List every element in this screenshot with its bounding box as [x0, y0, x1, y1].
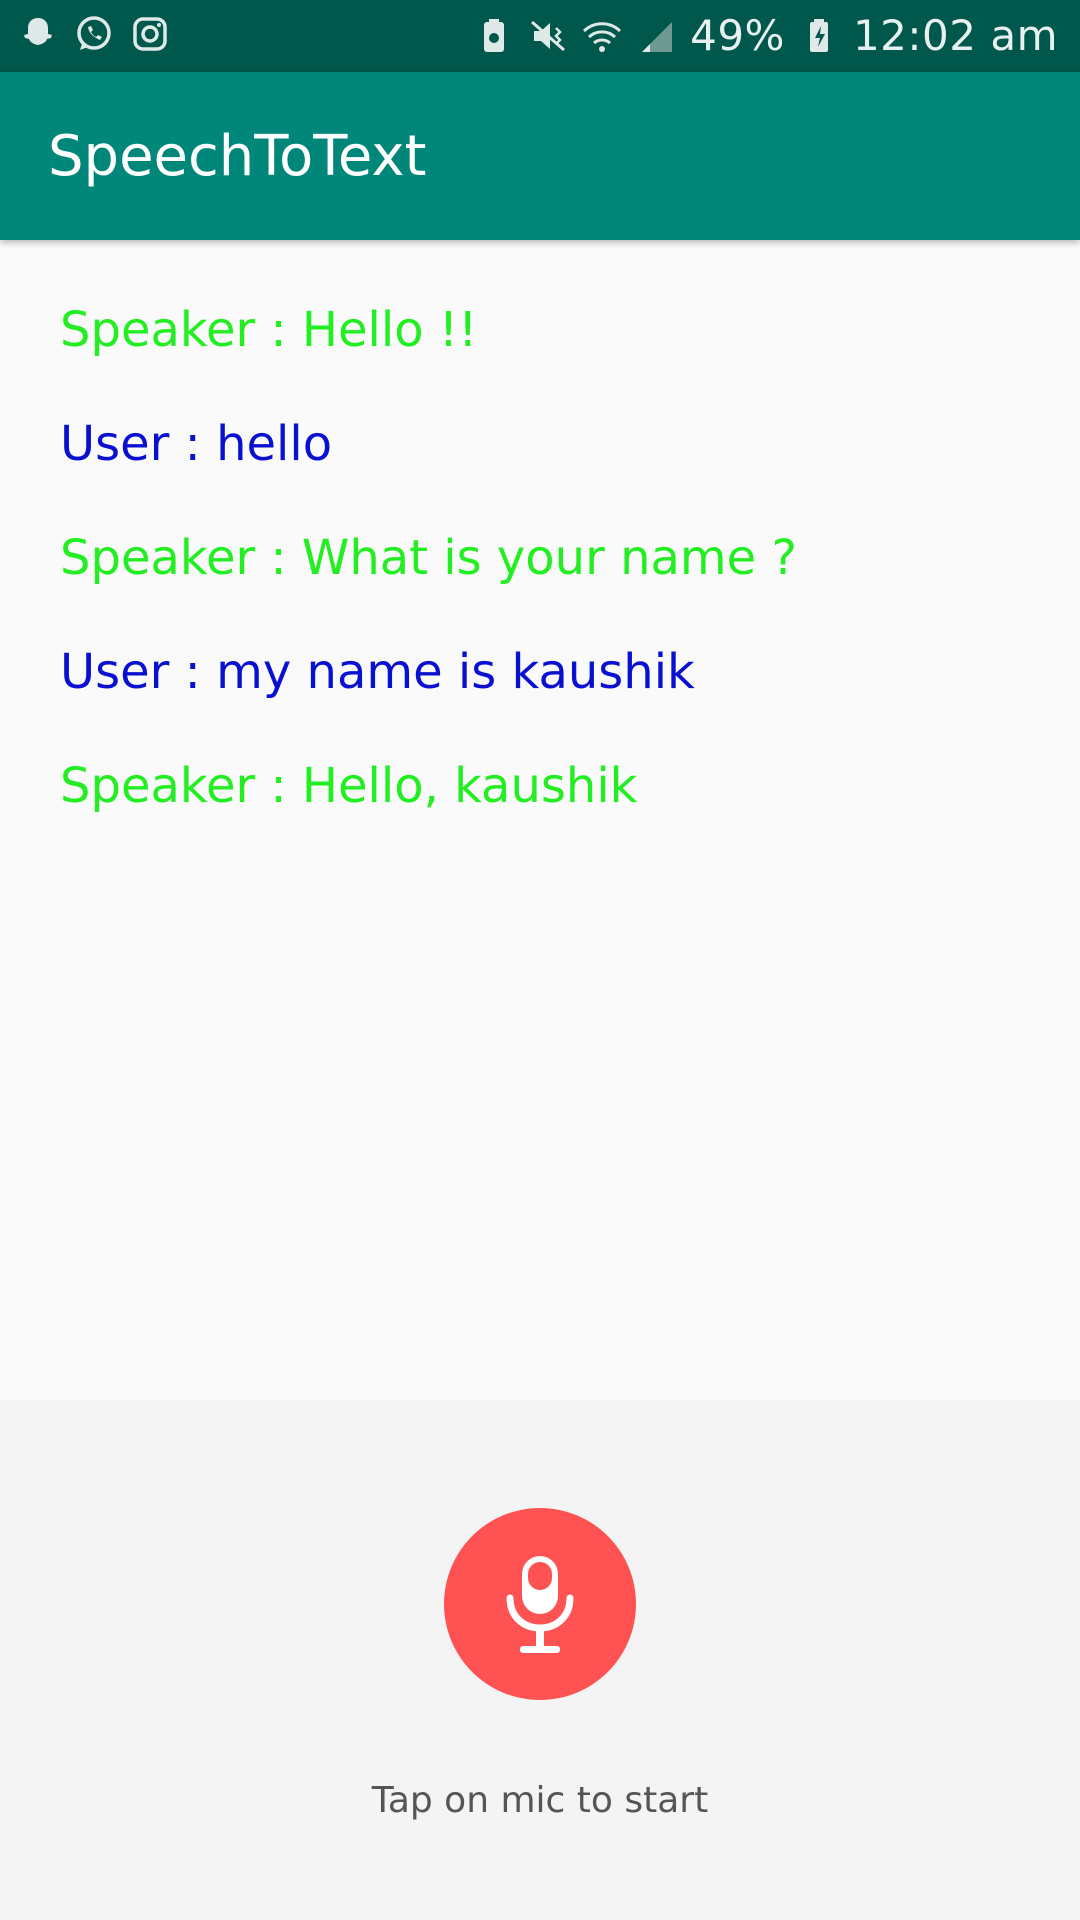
- mic-hint-text: Tap on mic to start: [371, 1780, 709, 1821]
- user-message: User : my name is kaushik: [60, 644, 695, 700]
- user-message: User : hello: [60, 416, 333, 472]
- signal-icon: [636, 16, 676, 56]
- wifi-icon: [582, 16, 622, 56]
- notification-icons: [18, 14, 170, 54]
- whatsapp-icon: [74, 14, 114, 54]
- mic-button[interactable]: [444, 1508, 636, 1700]
- battery-saver-icon: [474, 16, 514, 56]
- app-bar: SpeechToText: [0, 72, 1080, 240]
- app-title: SpeechToText: [48, 124, 427, 189]
- battery-charging-icon: [799, 16, 839, 56]
- status-bar: 49% 12:02 am: [0, 0, 1080, 72]
- system-status: 49% 12:02 am: [474, 10, 1058, 62]
- speaker-message: Speaker : What is your name ?: [60, 530, 797, 586]
- mute-vibrate-icon: [528, 16, 568, 56]
- speaker-message: Speaker : Hello !!: [60, 302, 478, 358]
- speaker-message: Speaker : Hello, kaushik: [60, 758, 638, 814]
- battery-percent: 49%: [690, 11, 785, 60]
- instagram-icon: [130, 14, 170, 54]
- clock: 12:02 am: [852, 11, 1058, 60]
- snapchat-icon: [18, 14, 58, 54]
- conversation-log: Speaker : Hello !! User : hello Speaker …: [60, 300, 1020, 870]
- mic-panel: Tap on mic to start: [0, 1400, 1080, 1920]
- mic-icon: [506, 1556, 574, 1653]
